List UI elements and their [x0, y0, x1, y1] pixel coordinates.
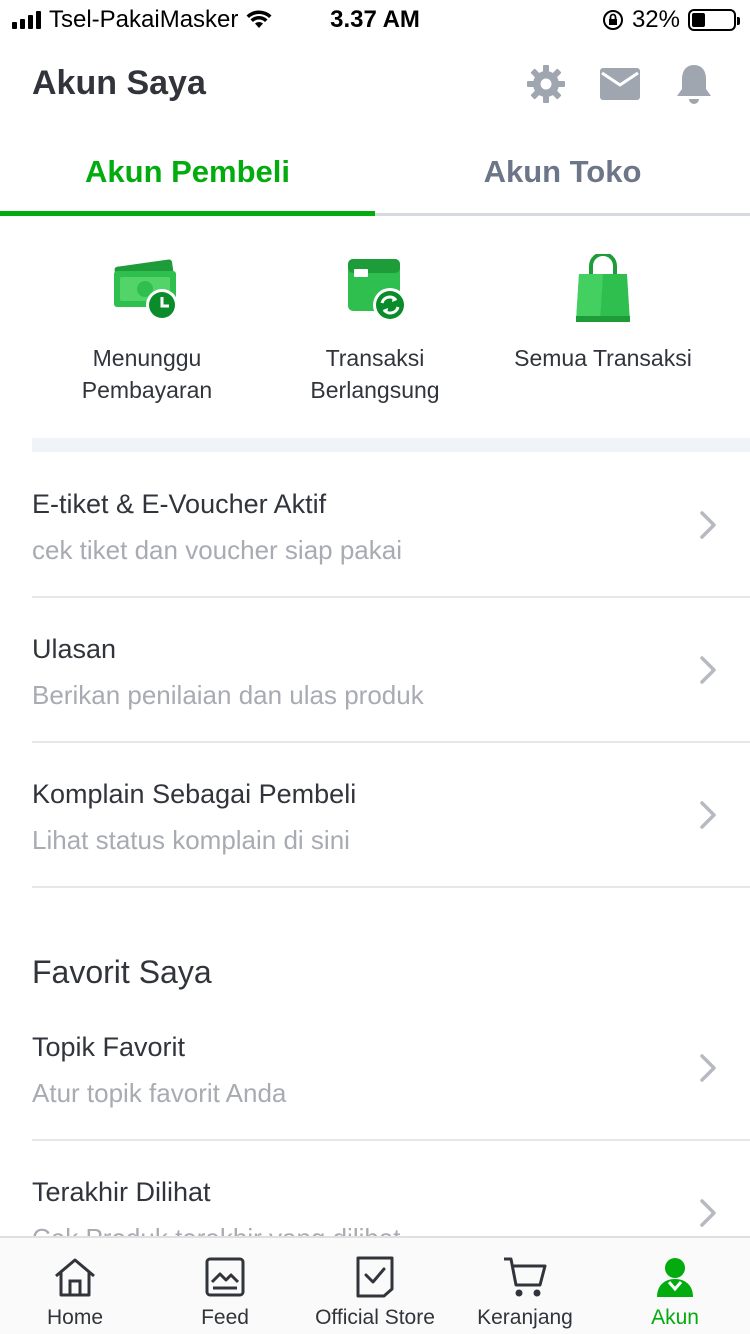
list-item-komplain[interactable]: Komplain Sebagai Pembeli Lihat status ko…	[32, 743, 750, 888]
status-right: 32%	[602, 6, 740, 34]
cart-icon	[450, 1238, 600, 1302]
list-item-title: Ulasan	[32, 634, 117, 664]
all-transactions-button[interactable]: Semua Transaksi	[483, 240, 723, 374]
chevron-right-icon	[700, 511, 716, 539]
ongoing-transaction-button[interactable]: Transaksi Berlangsung	[255, 240, 495, 406]
account-icon	[600, 1238, 750, 1302]
list-item-subtitle: Lihat status komplain di sini	[32, 825, 350, 855]
nav-label: Keranjang	[477, 1306, 573, 1329]
nav-akun[interactable]: Akun	[600, 1238, 750, 1334]
page-title: Akun Saya	[32, 64, 206, 102]
wallet-refresh-icon	[255, 240, 495, 340]
nav-label: Home	[46, 1306, 104, 1329]
all-transactions-label: Semua Transaksi	[514, 345, 692, 371]
chevron-right-icon	[700, 1054, 716, 1082]
orientation-lock-icon	[602, 10, 623, 30]
battery-percent: 32%	[631, 6, 680, 33]
nav-label: Akun	[651, 1306, 699, 1329]
nav-label: Feed	[201, 1306, 249, 1329]
shopping-bag-icon	[483, 240, 723, 340]
list-item-title: E-tiket & E-Voucher Aktif	[32, 489, 327, 519]
tab-akun-toko[interactable]: Akun Toko	[375, 134, 750, 213]
transaction-shortcuts: Menunggu Pembayaran Transaksi Berlangsun…	[0, 240, 750, 420]
list-item-title: Terakhir Dilihat	[32, 1177, 211, 1207]
chevron-right-icon	[700, 1199, 716, 1227]
wallet-clock-icon	[27, 240, 267, 340]
list-item-subtitle: cek tiket dan voucher siap pakai	[32, 535, 402, 565]
bell-icon[interactable]	[672, 62, 716, 106]
chevron-right-icon	[700, 801, 716, 829]
bottom-navigation: Home Feed Official Store Keranjang Akun	[0, 1236, 750, 1334]
list-item-topik-favorit[interactable]: Topik Favorit Atur topik favorit Anda	[32, 996, 750, 1141]
chevron-right-icon	[700, 656, 716, 684]
header: Akun Saya	[0, 48, 750, 124]
list-item-ulasan[interactable]: Ulasan Berikan penilaian dan ulas produk	[32, 598, 750, 743]
list-item-subtitle: Berikan penilaian dan ulas produk	[32, 680, 424, 710]
tab-akun-pembeli[interactable]: Akun Pembeli	[0, 134, 375, 216]
official-store-icon	[300, 1238, 450, 1302]
list-item-etiket[interactable]: E-tiket & E-Voucher Aktif cek tiket dan …	[32, 453, 750, 598]
list-item-subtitle: Atur topik favorit Anda	[32, 1078, 287, 1108]
ongoing-transaction-label: Transaksi Berlangsung	[310, 345, 440, 403]
nav-official-store[interactable]: Official Store	[300, 1238, 450, 1334]
status-bar: Tsel-PakaiMasker 3.37 AM 32%	[0, 0, 750, 40]
waiting-payment-label: Menunggu Pembayaran	[81, 345, 213, 403]
battery-icon	[688, 9, 740, 31]
favorites-section-title: Favorit Saya	[32, 954, 212, 990]
header-actions	[524, 62, 716, 106]
account-tabs: Akun Pembeli Akun Toko	[0, 134, 750, 216]
nav-feed[interactable]: Feed	[150, 1238, 300, 1334]
nav-keranjang[interactable]: Keranjang	[450, 1238, 600, 1334]
feed-icon	[150, 1238, 300, 1302]
nav-label: Official Store	[315, 1306, 435, 1329]
mail-icon[interactable]	[598, 62, 642, 106]
home-icon	[0, 1238, 150, 1302]
list-item-title: Topik Favorit	[32, 1032, 186, 1062]
nav-home[interactable]: Home	[0, 1238, 150, 1334]
list-item-title: Komplain Sebagai Pembeli	[32, 779, 357, 809]
section-divider	[32, 438, 750, 452]
gear-icon[interactable]	[524, 62, 568, 106]
waiting-payment-button[interactable]: Menunggu Pembayaran	[27, 240, 267, 406]
